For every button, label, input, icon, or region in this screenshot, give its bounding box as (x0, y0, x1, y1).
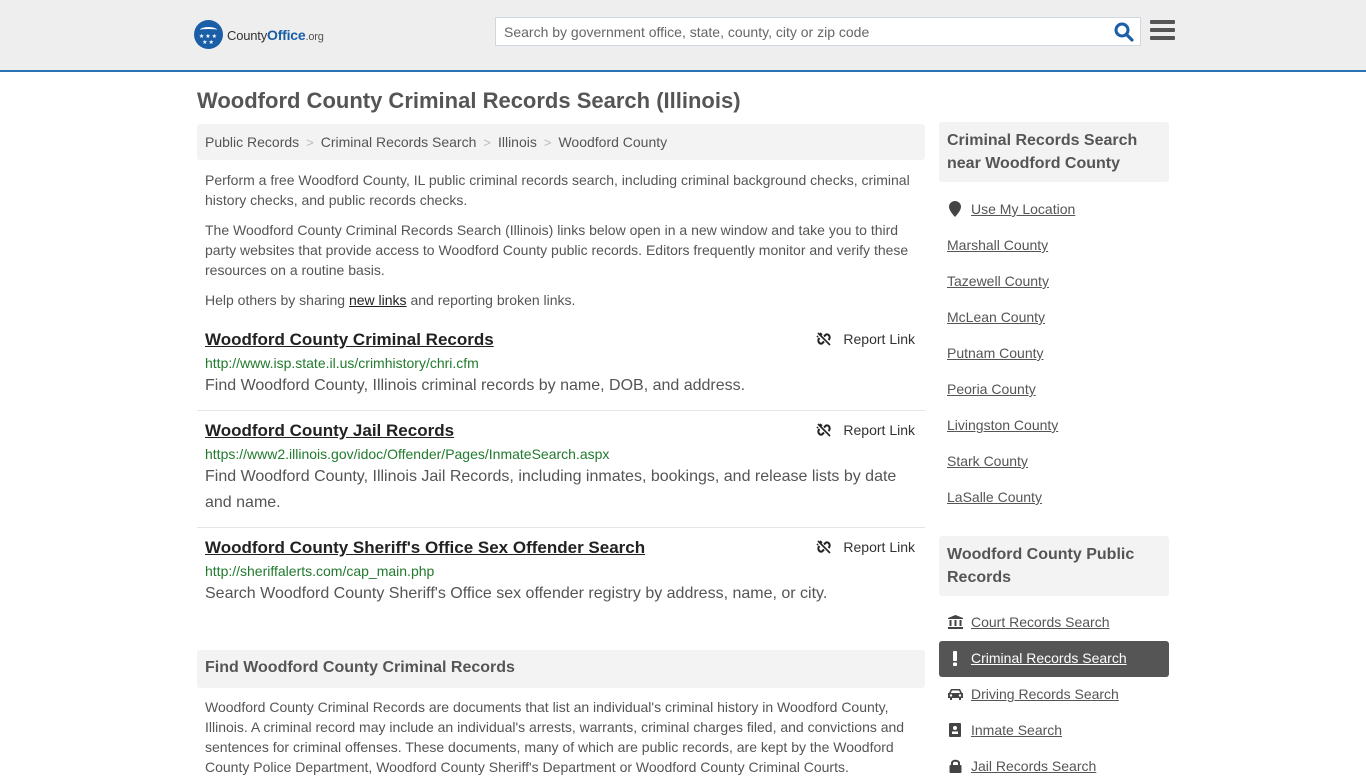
sidebar-county-link[interactable]: Livingston County (947, 417, 1058, 433)
sidebar-item-label: Court Records Search (971, 614, 1110, 630)
sidebar-county-link[interactable]: LaSalle County (947, 489, 1042, 505)
report-link-label: Report Link (843, 422, 915, 438)
listing-item: Woodford County Jail Records https://www… (197, 420, 925, 528)
eagle-logo-icon: ★★★ ★★ (194, 20, 223, 49)
use-my-location-link[interactable]: Use My Location (947, 201, 1075, 217)
sidebar-county-link[interactable]: Stark County (947, 453, 1028, 469)
listing-url: https://www2.illinois.gov/idoc/Offender/… (205, 446, 610, 462)
use-my-location-label: Use My Location (971, 201, 1076, 217)
sidebar-item-label: Driving Records Search (971, 686, 1119, 702)
lock-icon (947, 759, 963, 773)
report-link-label: Report Link (843, 331, 915, 347)
sidebar-public-records-heading: Woodford County Public Records (939, 536, 1169, 596)
search-input[interactable] (496, 18, 1106, 45)
breadcrumb-criminal-records-search[interactable]: Criminal Records Search (321, 134, 477, 150)
sidebar-county-link[interactable]: Marshall County (947, 237, 1048, 253)
broken-link-icon (816, 332, 832, 346)
sidebar-item-inmate-search[interactable]: Inmate Search (947, 722, 1062, 738)
intro-paragraph-1: Perform a free Woodford County, IL publi… (205, 172, 910, 208)
site-logo[interactable]: ★★★ ★★ CountyOffice.org (194, 20, 324, 49)
listing-description: Search Woodford County Sheriff's Office … (205, 585, 828, 602)
sidebar-county-link[interactable]: Tazewell County (947, 273, 1049, 289)
search-box (495, 17, 1141, 46)
report-link-label: Report Link (843, 539, 915, 555)
sidebar-county-link[interactable]: Putnam County (947, 345, 1044, 361)
listing-title-link[interactable]: Woodford County Sheriff's Office Sex Off… (205, 537, 645, 559)
listing-item: Woodford County Sheriff's Office Sex Off… (197, 537, 925, 619)
listing-description: Find Woodford County, Illinois Jail Reco… (205, 468, 897, 511)
logo-text: CountyOffice.org (227, 26, 324, 43)
listing-url: http://sheriffalerts.com/cap_main.php (205, 563, 435, 579)
sidebar-item-court-records[interactable]: Court Records Search (947, 614, 1110, 630)
site-header: ★★★ ★★ CountyOffice.org (0, 0, 1366, 72)
listing-title-link[interactable]: Woodford County Jail Records (205, 420, 454, 442)
page-title: Woodford County Criminal Records Search … (197, 88, 741, 113)
listing-url: http://www.isp.state.il.us/crimhistory/c… (205, 355, 479, 371)
broken-link-icon (816, 423, 832, 437)
map-marker-icon (947, 201, 963, 217)
breadcrumb: Public Records > Criminal Records Search… (197, 124, 925, 160)
sidebar-county-link[interactable]: McLean County (947, 309, 1045, 325)
car-icon (947, 688, 963, 700)
search-icon[interactable] (1114, 22, 1134, 42)
listing-description: Find Woodford County, Illinois criminal … (205, 377, 746, 394)
report-link-button[interactable]: Report Link (816, 422, 915, 438)
find-section-heading: Find Woodford County Criminal Records (197, 650, 925, 688)
sidebar-item-driving-records[interactable]: Driving Records Search (947, 686, 1119, 702)
find-section-body: Woodford County Criminal Records are doc… (205, 699, 905, 775)
report-link-button[interactable]: Report Link (816, 539, 915, 555)
breadcrumb-public-records[interactable]: Public Records (205, 134, 299, 150)
breadcrumb-separator: > (543, 134, 552, 150)
sidebar-item-label: Criminal Records Search (971, 650, 1127, 666)
intro-paragraph-2: The Woodford County Criminal Records Sea… (205, 222, 909, 278)
exclamation-icon (947, 650, 963, 666)
breadcrumb-illinois[interactable]: Illinois (498, 134, 537, 150)
sidebar-county-link[interactable]: Peoria County (947, 381, 1036, 397)
intro-text: Perform a free Woodford County, IL publi… (205, 170, 917, 320)
broken-link-icon (816, 540, 832, 554)
sidebar-item-jail-records[interactable]: Jail Records Search (947, 758, 1096, 774)
new-links-link[interactable]: new links (349, 292, 407, 308)
intro-paragraph-3: Help others by sharing new links and rep… (205, 292, 576, 308)
sidebar-nearby-heading: Criminal Records Search near Woodford Co… (939, 122, 1169, 182)
breadcrumb-separator: > (483, 134, 491, 150)
listing-title-link[interactable]: Woodford County Criminal Records (205, 329, 494, 351)
breadcrumb-woodford-county[interactable]: Woodford County (558, 134, 667, 150)
sidebar-item-criminal-records[interactable]: Criminal Records Search (947, 650, 1127, 666)
sidebar-item-label: Jail Records Search (971, 758, 1097, 774)
report-link-button[interactable]: Report Link (816, 331, 915, 347)
listing-item: Woodford County Criminal Records http://… (197, 329, 925, 411)
courthouse-icon (947, 615, 963, 629)
sidebar-item-label: Inmate Search (971, 722, 1063, 738)
id-badge-icon (947, 723, 963, 737)
breadcrumb-separator: > (306, 134, 314, 150)
hamburger-menu-icon[interactable] (1150, 20, 1175, 42)
